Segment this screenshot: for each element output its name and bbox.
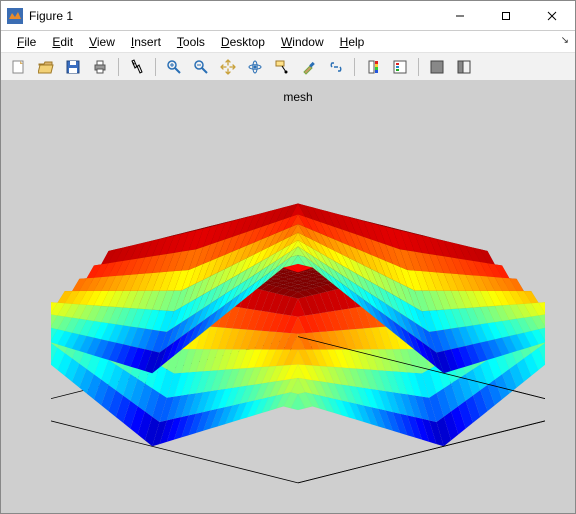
plot-surface: -1-0.8-0.6-0.4-0.20-505-505f-axisx1-axis… xyxy=(51,96,545,498)
data-cursor-icon xyxy=(274,59,290,75)
pan-icon xyxy=(220,59,236,75)
rotate-3d-icon xyxy=(247,59,263,75)
new-figure-button[interactable] xyxy=(7,56,31,78)
menu-edit[interactable]: Edit xyxy=(44,33,81,51)
toolbar xyxy=(1,53,575,81)
minimize-button[interactable] xyxy=(437,1,483,31)
save-figure-icon xyxy=(65,59,81,75)
insert-legend-icon xyxy=(392,59,408,75)
axes[interactable]: mesh -1-0.8-0.6-0.4-0.20-505-505f-axisx1… xyxy=(51,96,545,498)
zoom-out-icon xyxy=(193,59,209,75)
menu-view[interactable]: View xyxy=(81,33,123,51)
dock-figure-button[interactable] xyxy=(452,56,476,78)
new-figure-icon xyxy=(11,59,27,75)
menu-file[interactable]: File xyxy=(9,33,44,51)
hide-tools-button[interactable] xyxy=(425,56,449,78)
zoom-in-icon xyxy=(166,59,182,75)
zoom-out-button[interactable] xyxy=(189,56,213,78)
menu-help[interactable]: Help xyxy=(332,33,373,51)
pan-button[interactable] xyxy=(216,56,240,78)
hide-tools-icon xyxy=(429,59,445,75)
menu-window[interactable]: Window xyxy=(273,33,332,51)
window-title: Figure 1 xyxy=(29,9,73,23)
zoom-in-button[interactable] xyxy=(162,56,186,78)
menubar: FileEditViewInsertToolsDesktopWindowHelp… xyxy=(1,31,575,53)
edit-plot-button[interactable] xyxy=(125,56,149,78)
print-figure-button[interactable] xyxy=(88,56,112,78)
dock-menu-icon[interactable]: ↘ xyxy=(561,35,569,46)
rotate-3d-button[interactable] xyxy=(243,56,267,78)
insert-colorbar-icon xyxy=(365,59,381,75)
insert-colorbar-button[interactable] xyxy=(361,56,385,78)
app-icon xyxy=(7,8,23,24)
link-button[interactable] xyxy=(324,56,348,78)
close-button[interactable] xyxy=(529,1,575,31)
data-cursor-button[interactable] xyxy=(270,56,294,78)
figure-area: mesh -1-0.8-0.6-0.4-0.20-505-505f-axisx1… xyxy=(1,81,575,513)
dock-figure-icon xyxy=(456,59,472,75)
insert-legend-button[interactable] xyxy=(388,56,412,78)
open-file-button[interactable] xyxy=(34,56,58,78)
open-file-icon xyxy=(38,59,54,75)
link-icon xyxy=(328,59,344,75)
maximize-button[interactable] xyxy=(483,1,529,31)
edit-plot-icon xyxy=(129,59,145,75)
brush-button[interactable] xyxy=(297,56,321,78)
menu-tools[interactable]: Tools xyxy=(169,33,213,51)
brush-icon xyxy=(301,59,317,75)
save-figure-button[interactable] xyxy=(61,56,85,78)
titlebar: Figure 1 xyxy=(1,1,575,31)
print-figure-icon xyxy=(92,59,108,75)
menu-insert[interactable]: Insert xyxy=(123,33,169,51)
menu-desktop[interactable]: Desktop xyxy=(213,33,273,51)
